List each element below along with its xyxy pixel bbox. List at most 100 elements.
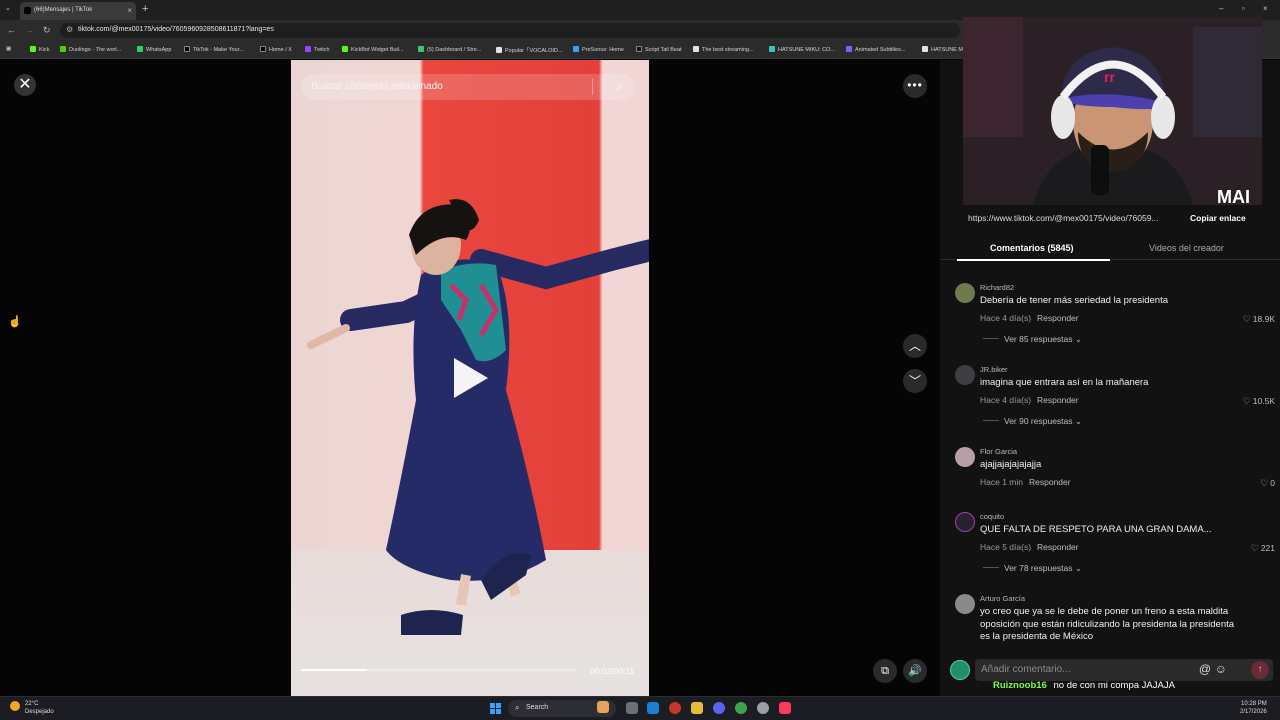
- reply-button[interactable]: Responder: [1029, 477, 1071, 487]
- previous-video-button[interactable]: ︿: [903, 334, 927, 358]
- browser-tab[interactable]: (66)Mensajes | TikTok ×: [20, 2, 136, 20]
- window-close-button[interactable]: ×: [1263, 4, 1268, 13]
- heart-icon[interactable]: ♡: [1251, 543, 1259, 553]
- comment-likes[interactable]: ♡ 0: [1260, 478, 1275, 489]
- view-replies-button[interactable]: Ver 90 respuestas ⌄: [983, 416, 1082, 427]
- back-icon[interactable]: ←: [7, 25, 16, 35]
- send-comment-button[interactable]: ↑: [1251, 661, 1269, 679]
- bookmark-presonus[interactable]: PreSonus: Home: [573, 46, 624, 53]
- chat-username: Ruiznoob16: [993, 680, 1047, 691]
- comment-likes[interactable]: ♡ 221: [1251, 543, 1275, 554]
- forward-icon[interactable]: →: [25, 25, 34, 35]
- play-icon[interactable]: [454, 358, 488, 398]
- search-icon: ⌕: [515, 703, 520, 712]
- bookmark-hatsune-m[interactable]: HATSUNE M: [922, 46, 963, 53]
- chevron-down-icon: ⌄: [1074, 334, 1083, 344]
- bookmark-favicon-icon: [184, 46, 190, 52]
- bookmark-streaming[interactable]: The best streaming...: [693, 46, 754, 53]
- bookmark-favicon-icon: [30, 46, 36, 52]
- heart-icon[interactable]: ♡: [1260, 478, 1268, 488]
- bookmark-hatsune-miku[interactable]: HATSUNE MIKU: CO...: [769, 46, 835, 53]
- discord-icon[interactable]: [713, 702, 725, 714]
- settings-icon[interactable]: [757, 702, 769, 714]
- clock-time: 10:28 PM: [1241, 701, 1267, 707]
- opera-icon[interactable]: [669, 702, 681, 714]
- mai-overlay-text: MAI: [1217, 187, 1250, 205]
- bookmark-script-tail-beat[interactable]: Script Tail Beat: [636, 46, 682, 53]
- bookmark-duolingo[interactable]: Duolingo - The worl...: [60, 46, 121, 53]
- user-avatar[interactable]: [950, 660, 970, 680]
- comment-author[interactable]: Arturo García: [980, 594, 1025, 603]
- bookmark-animated-subtitles[interactable]: Animated Subtitles...: [846, 46, 905, 53]
- comment-text: QUE FALTA DE RESPETO PARA UNA GRAN DAMA.…: [980, 524, 1212, 535]
- video-player[interactable]: Buscar contenido relacionado ⌕ 00:02/00:…: [291, 60, 649, 696]
- music-app-icon[interactable]: [779, 702, 791, 714]
- video-progress-bar[interactable]: [301, 669, 577, 671]
- reply-button[interactable]: Responder: [1037, 542, 1079, 552]
- heart-icon[interactable]: ♡: [1243, 396, 1251, 406]
- comment-likes[interactable]: ♡ 10.5K: [1243, 396, 1275, 407]
- bookmark-kickbot[interactable]: KickBot Widget Buil...: [342, 46, 404, 53]
- search-icon[interactable]: ⌕: [616, 79, 623, 94]
- view-replies-button[interactable]: Ver 78 respuestas ⌄: [983, 563, 1082, 574]
- avatar[interactable]: [955, 594, 975, 614]
- bookmark-favicon-icon: [342, 46, 348, 52]
- file-explorer-icon[interactable]: [691, 702, 703, 714]
- reload-icon[interactable]: ↻: [43, 25, 51, 36]
- more-options-button[interactable]: •••: [903, 74, 927, 98]
- site-info-icon[interactable]: ⚙: [66, 25, 73, 34]
- taskbar-clock[interactable]: 10:28 PM 2/17/2026: [1240, 700, 1267, 716]
- active-tab-indicator: [957, 259, 1110, 261]
- copy-link-button[interactable]: Copiar enlace: [1190, 213, 1246, 223]
- comment-input[interactable]: Añadir comentario... @ ☺: [975, 659, 1273, 681]
- tab-search-icon[interactable]: ⌄: [5, 4, 11, 12]
- view-replies-button[interactable]: Ver 85 respuestas ⌄: [983, 334, 1082, 345]
- comment-author[interactable]: JR.biker: [980, 365, 1008, 374]
- bookmark-favicon-icon: [693, 46, 699, 52]
- mention-icon[interactable]: @: [1199, 662, 1211, 676]
- comment-author[interactable]: Richard82: [980, 283, 1014, 292]
- minimize-button[interactable]: –: [1219, 4, 1223, 13]
- tab-close-icon[interactable]: ×: [127, 6, 132, 15]
- maximize-button[interactable]: ▫: [1242, 4, 1245, 13]
- bookmark-vocaloid[interactable]: Popular「VOCALOID...: [496, 46, 562, 54]
- next-video-button[interactable]: ﹀: [903, 369, 927, 393]
- bookmark-kick[interactable]: Kick: [30, 46, 49, 53]
- comment-text: ajajjajajajajajja: [980, 459, 1042, 470]
- tab-comments[interactable]: Comentarios (5845): [990, 243, 1074, 253]
- avatar[interactable]: [955, 512, 975, 532]
- bookmark-tiktok[interactable]: TikTok - Make Your...: [184, 46, 244, 53]
- comment-item: Richard82 Debería de tener más seriedad …: [955, 283, 1275, 363]
- stream-chat-message: Ruiznoob16 no de con mi compa JAJAJA: [993, 680, 1175, 691]
- heart-icon[interactable]: ♡: [1243, 314, 1251, 324]
- comment-author[interactable]: Flor Garcia: [980, 447, 1017, 456]
- bookmark-x[interactable]: Home / X: [260, 46, 292, 53]
- tab-creator-videos[interactable]: Videos del creador: [1149, 243, 1224, 253]
- start-button[interactable]: [490, 703, 502, 715]
- new-tab-button[interactable]: +: [142, 3, 148, 15]
- task-view-icon[interactable]: [626, 702, 638, 714]
- volume-button[interactable]: 🔊: [903, 659, 927, 683]
- chrome-icon[interactable]: [735, 702, 747, 714]
- picture-in-picture-button[interactable]: ⧉: [873, 659, 897, 683]
- emoji-icon[interactable]: ☺: [1215, 662, 1227, 676]
- edge-icon[interactable]: [647, 702, 659, 714]
- bookmark-whatsapp[interactable]: WhatsApp: [137, 46, 171, 53]
- windows-taskbar: 22°C Despejado ⌕ Search 10:28 PM 2/17/20…: [0, 696, 1280, 720]
- reply-button[interactable]: Responder: [1037, 313, 1079, 323]
- comment-age: Hace 4 día(s): [980, 395, 1032, 405]
- url-field[interactable]: ⚙ tiktok.com/@mex00175/video/76059609285…: [60, 23, 960, 38]
- related-search-input[interactable]: Buscar contenido relacionado ⌕: [301, 74, 635, 100]
- close-viewer-button[interactable]: ✕: [14, 74, 36, 96]
- bookmark-dashboard[interactable]: (5) Dashboard / Stre...: [418, 46, 481, 53]
- avatar[interactable]: [955, 365, 975, 385]
- comment-author[interactable]: coquito: [980, 512, 1004, 521]
- bookmark-twitch[interactable]: Twitch: [305, 46, 330, 53]
- bookmark-favicon-icon: [305, 46, 311, 52]
- comment-likes[interactable]: ♡ 18.9K: [1243, 314, 1275, 325]
- avatar[interactable]: [955, 283, 975, 303]
- reply-button[interactable]: Responder: [1037, 395, 1079, 405]
- apps-icon[interactable]: ▦: [6, 46, 11, 52]
- video-viewer: ✕ ☝ Buscar contenido relacionado ⌕ 00:02…: [0, 60, 940, 696]
- avatar[interactable]: [955, 447, 975, 467]
